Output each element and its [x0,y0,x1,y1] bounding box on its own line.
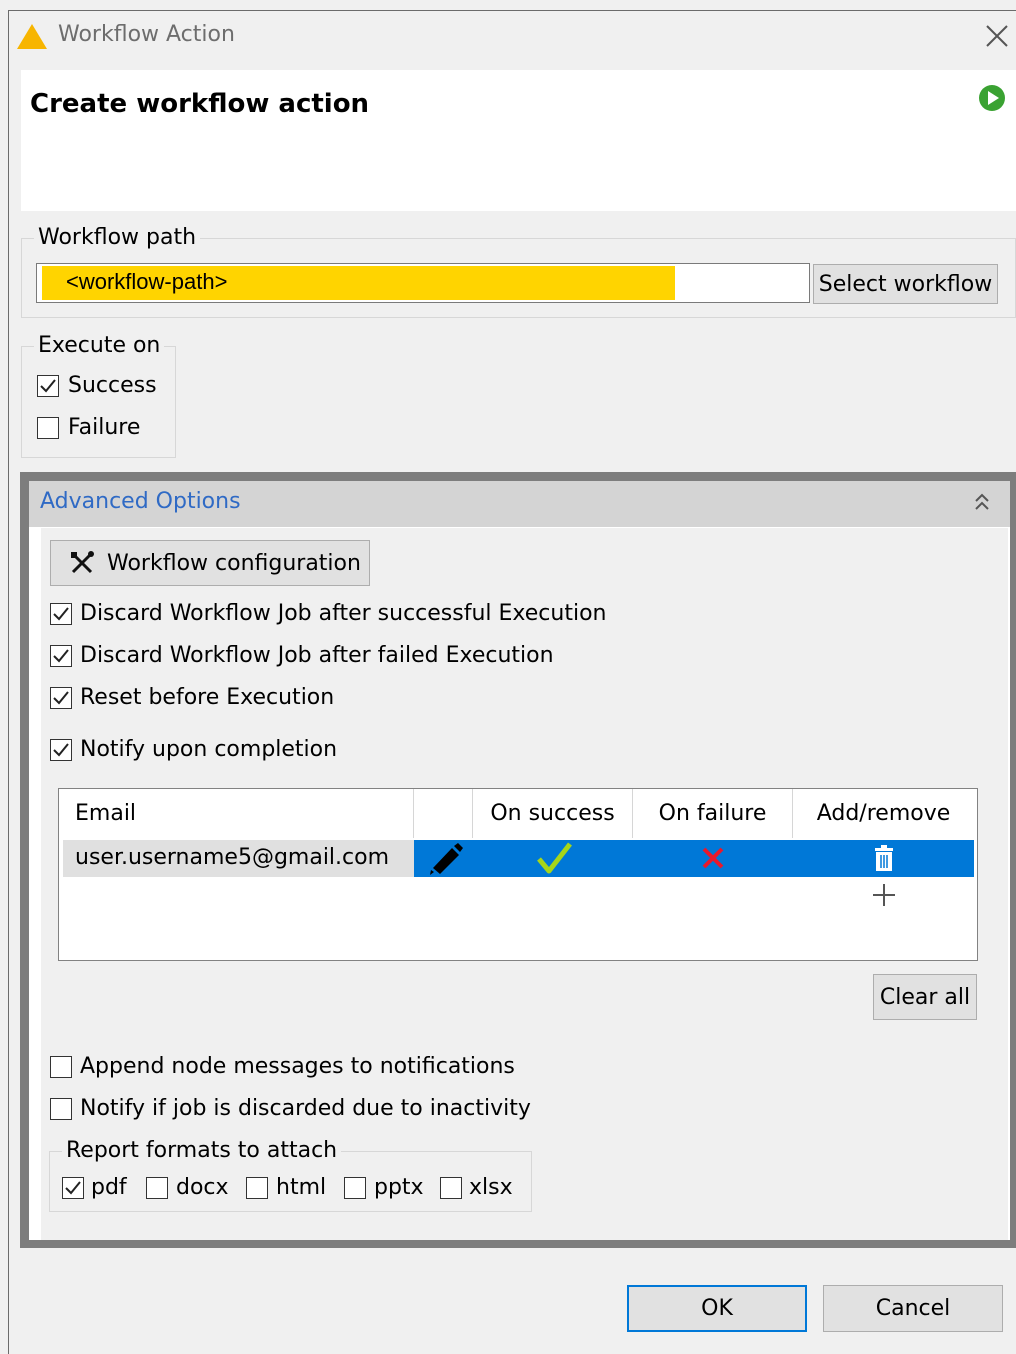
xlsx-label: xlsx [469,1175,513,1200]
notify-completion-checkbox[interactable] [50,739,72,761]
run-icon [978,84,1006,112]
discard-failed-checkbox[interactable] [50,645,72,667]
email-value: user.username5@gmail.com [75,845,390,870]
pdf-checkbox[interactable] [62,1177,84,1199]
execute-on-label: Execute on [34,333,165,358]
add-icon[interactable] [870,881,898,915]
success-label: Success [68,373,157,398]
workflow-path-label: Workflow path [34,225,201,250]
append-messages-checkbox[interactable] [50,1056,72,1078]
pptx-label: pptx [374,1175,424,1200]
tools-icon [69,550,97,576]
discard-success-label: Discard Workflow Job after successful Ex… [80,601,607,626]
cancel-button[interactable]: Cancel [823,1285,1003,1332]
failure-checkbox[interactable] [37,417,59,439]
edit-icon[interactable] [428,842,464,882]
report-formats-label: Report formats to attach [62,1138,342,1163]
notify-completion-label: Notify upon completion [80,737,338,762]
workflow-configuration-label: Workflow configuration [107,550,361,576]
column-edit [414,789,473,838]
notify-discard-label: Notify if job is discarded due to inacti… [80,1096,531,1121]
execute-on-group [21,346,176,458]
close-icon[interactable] [984,22,1010,50]
warning-icon [16,22,48,56]
discard-success-checkbox[interactable] [50,603,72,625]
window-title: Workflow Action [58,22,235,47]
workflow-path-value: <workflow-path> [66,269,228,294]
success-checkbox[interactable] [37,375,59,397]
append-messages-label: Append node messages to notifications [80,1054,515,1079]
workflow-configuration-button[interactable]: Workflow configuration [50,540,370,586]
failure-label: Failure [68,415,141,440]
reset-before-checkbox[interactable] [50,687,72,709]
trash-icon[interactable] [872,845,896,879]
pdf-label: pdf [91,1175,127,1200]
select-workflow-button[interactable]: Select workflow [813,264,998,304]
docx-label: docx [176,1175,229,1200]
success-check-icon[interactable] [536,841,572,881]
dialog-heading: Create workflow action [30,89,370,119]
ok-button[interactable]: OK [627,1285,807,1332]
collapse-icon[interactable] [972,490,992,520]
column-email: Email [59,789,414,838]
html-checkbox[interactable] [246,1177,268,1199]
column-add-remove: Add/remove [793,789,974,838]
pptx-checkbox[interactable] [344,1177,366,1199]
docx-checkbox[interactable] [146,1177,168,1199]
advanced-options-title[interactable]: Advanced Options [40,489,241,514]
html-label: html [276,1175,327,1200]
clear-all-button[interactable]: Clear all [873,974,977,1020]
failure-x-icon[interactable] [701,846,725,876]
reset-before-label: Reset before Execution [80,685,335,710]
xlsx-checkbox[interactable] [440,1177,462,1199]
column-on-failure: On failure [633,789,793,838]
column-on-success: On success [473,789,633,838]
notify-discard-checkbox[interactable] [50,1098,72,1120]
discard-failed-label: Discard Workflow Job after failed Execut… [80,643,554,668]
